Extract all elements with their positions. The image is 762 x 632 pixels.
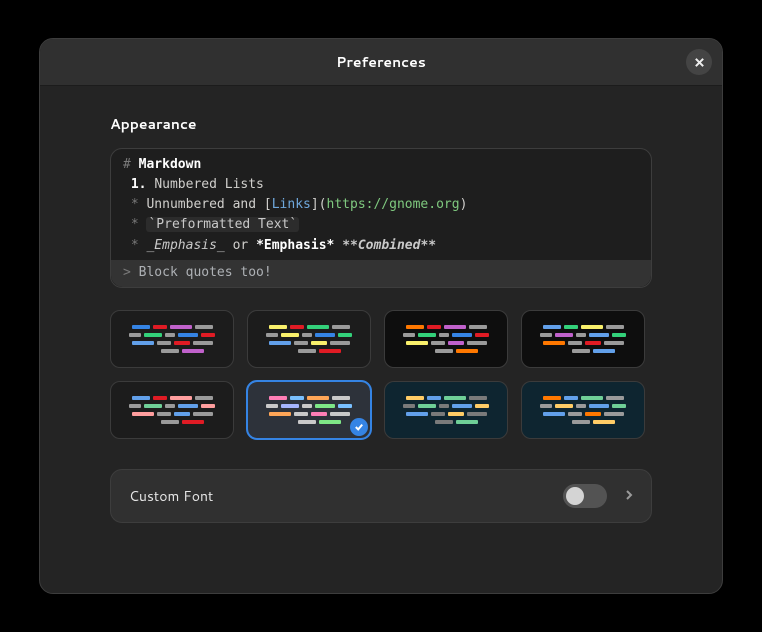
preview-hash: # xyxy=(123,157,131,172)
preview-unnumbered-b: ]( xyxy=(311,197,327,212)
close-icon xyxy=(694,57,705,68)
preview-bullet-3: * xyxy=(131,238,139,253)
preview-blockquote: > Block quotes too! xyxy=(111,260,651,287)
close-button[interactable] xyxy=(686,49,712,75)
content-area: Appearance # Markdown 1. Numbered Lists … xyxy=(40,86,722,543)
preview-bullet-2: * xyxy=(131,217,139,232)
preview-or: or xyxy=(225,238,256,253)
preferences-window: Preferences Appearance # Markdown 1. Num… xyxy=(39,38,723,594)
preview-unnumbered-a: Unnumbered and [ xyxy=(146,197,271,212)
preview-combined: **Combined** xyxy=(342,238,436,253)
preview-heading: Markdown xyxy=(139,157,202,172)
theme-option-4[interactable] xyxy=(110,381,234,439)
theme-option-1[interactable] xyxy=(247,310,371,368)
theme-option-3[interactable] xyxy=(521,310,645,368)
preview-unnumbered-c: ) xyxy=(460,197,468,212)
preview-numbered: Numbered Lists xyxy=(154,177,264,192)
custom-font-label: Custom Font xyxy=(129,486,213,506)
theme-option-2[interactable] xyxy=(384,310,508,368)
window-title: Preferences xyxy=(336,52,426,72)
check-icon xyxy=(350,418,368,436)
theme-option-0[interactable] xyxy=(110,310,234,368)
preview-em2: *Emphasis* xyxy=(256,238,334,253)
custom-font-switch[interactable] xyxy=(563,484,607,508)
preview-em1: _Emphasis_ xyxy=(146,238,224,253)
theme-option-7[interactable] xyxy=(521,381,645,439)
header-bar: Preferences xyxy=(40,39,722,86)
markdown-preview: # Markdown 1. Numbered Lists * Unnumbere… xyxy=(110,148,652,288)
custom-font-row[interactable]: Custom Font xyxy=(110,469,652,523)
preview-link-label: Links xyxy=(272,197,311,212)
preview-list-num: 1. xyxy=(131,177,147,192)
theme-grid xyxy=(110,310,652,439)
preview-bullet-1: * xyxy=(131,197,139,212)
theme-option-5[interactable] xyxy=(247,381,371,439)
preview-code: `Preformatted Text` xyxy=(146,217,299,232)
theme-option-6[interactable] xyxy=(384,381,508,439)
chevron-right-icon xyxy=(623,486,635,506)
section-title-appearance: Appearance xyxy=(110,114,652,134)
preview-link-url: https://gnome.org xyxy=(327,197,460,212)
